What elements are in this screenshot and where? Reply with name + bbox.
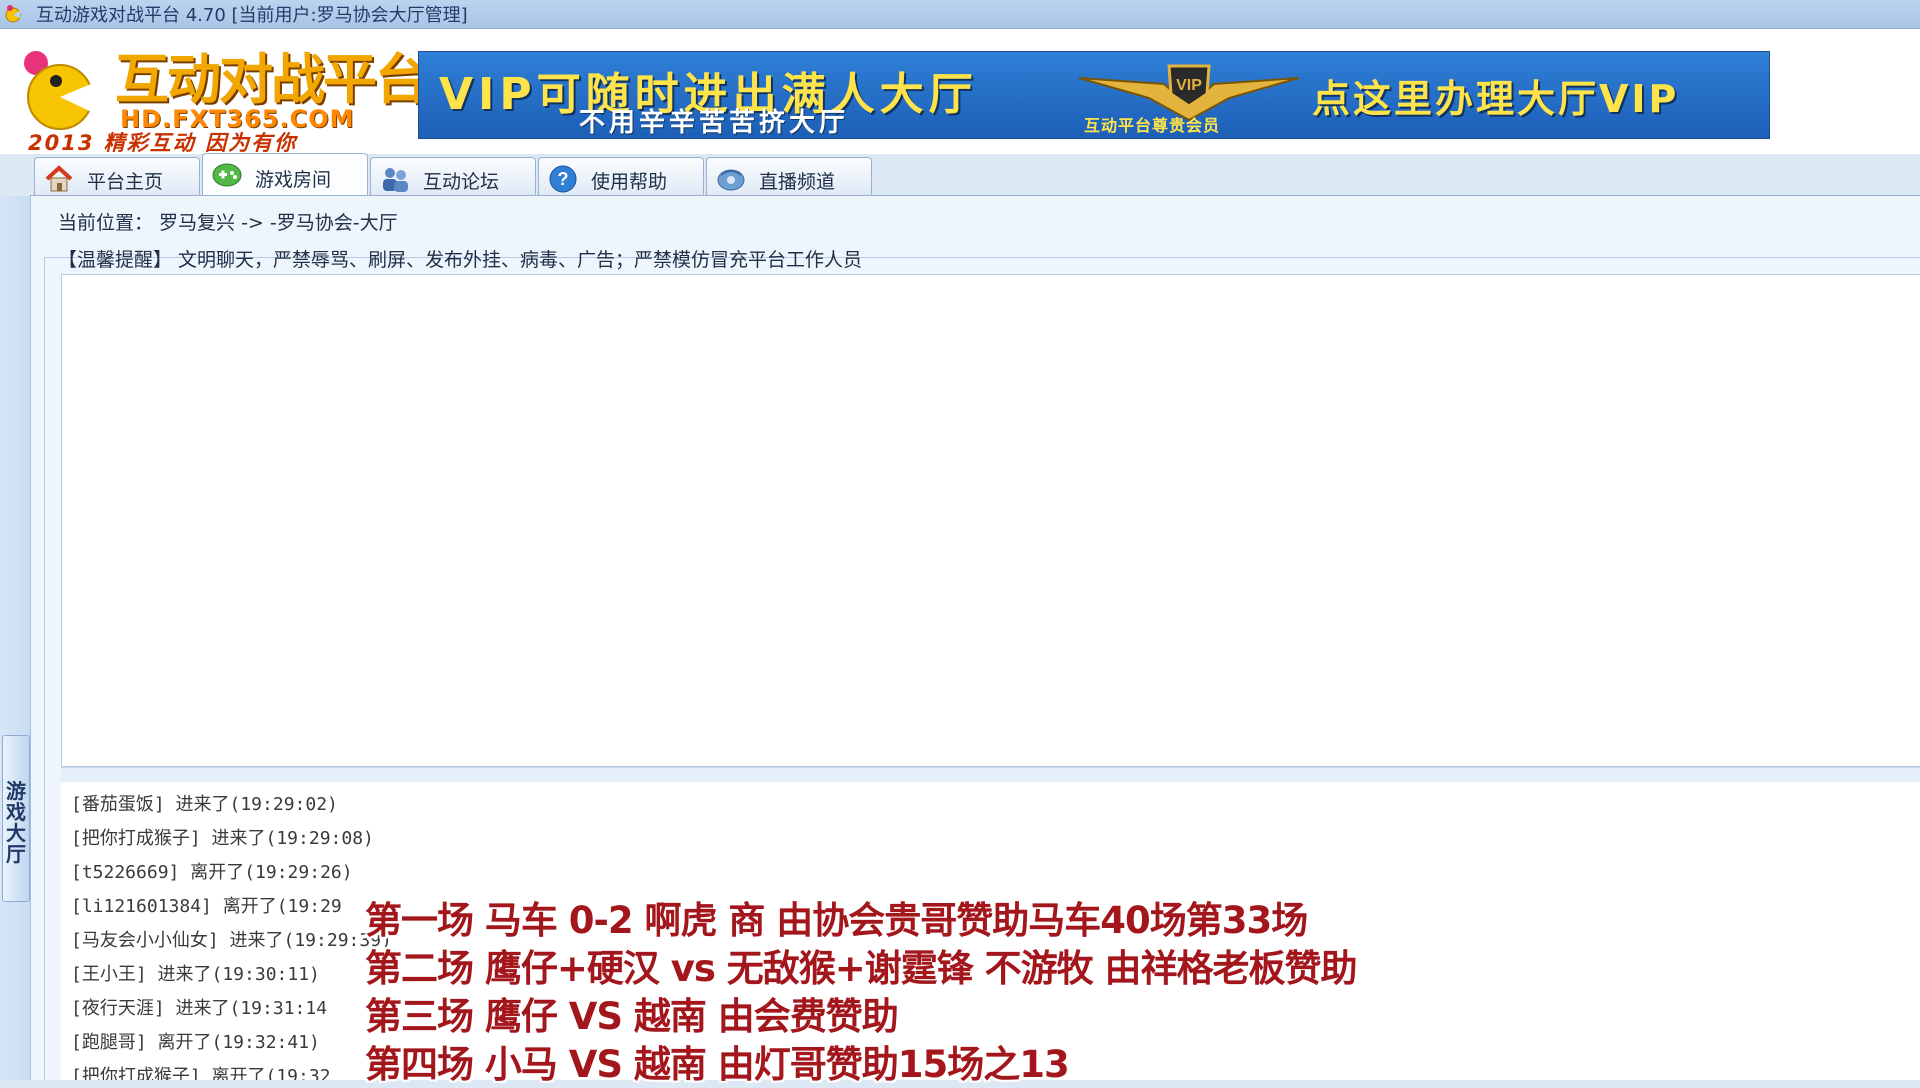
banner-subline: 不用辛辛苦苦挤大厅	[579, 108, 850, 138]
app-logo-icon	[5, 5, 21, 23]
tab-game-room[interactable]: 游戏房间	[202, 153, 368, 197]
logo-title: 互动对战平台	[115, 47, 429, 111]
pacman-logo-icon	[24, 51, 98, 130]
tab-help[interactable]: ? 使用帮助	[538, 157, 704, 196]
users-icon	[383, 168, 408, 192]
left-sidebar	[0, 196, 31, 1080]
sidebar-tab-label: 游戏大厅	[6, 779, 26, 866]
tab-label: 使用帮助	[591, 171, 668, 193]
warm-reminder-notice: 【温馨提醒】 文明聊天，严禁辱骂、刷屏、发布外挂、病毒、广告；严禁模仿冒充平台工…	[58, 249, 863, 271]
chat-display[interactable]	[61, 274, 1920, 767]
vip-badge-caption: 互动平台尊贵会员	[1084, 116, 1221, 135]
banner-cta[interactable]: 点这里办理大厅VIP	[1312, 68, 1679, 123]
title-bar[interactable]: 互动游戏对战平台 4.70 [当前用户:罗马协会大厅管理]	[0, 0, 1920, 29]
svg-text:?: ?	[558, 169, 569, 189]
log-entry: [夜行天涯] 进来了(19:31:14	[71, 998, 328, 1019]
home-icon	[45, 165, 73, 192]
sidebar-tab-game-lobby[interactable]: 游戏大厅	[2, 735, 30, 902]
panel-splitter[interactable]	[61, 767, 1920, 783]
breadcrumb: 当前位置： 罗马复兴 -> -罗马协会-大厅	[58, 212, 398, 234]
broadcast-icon	[717, 169, 745, 191]
window-title: 互动游戏对战平台 4.70 [当前用户:罗马协会大厅管理]	[36, 5, 468, 26]
vip-banner[interactable]: VIP可随时进出满人大厅 不用辛辛苦苦挤大厅 VIP 互动平台尊贵会员 点这里办…	[418, 51, 1770, 139]
log-entry: [li121601384] 离开了(19:29	[71, 896, 342, 917]
tab-label: 平台主页	[87, 171, 164, 193]
log-entry: [番茄蛋饭] 进来了(19:29:02)	[71, 794, 338, 815]
log-entry: [t5226669] 离开了(19:29:26)	[71, 862, 353, 883]
tab-label: 直播频道	[759, 171, 836, 193]
tab-platform-home[interactable]: 平台主页	[34, 157, 200, 196]
log-entry: [马友会小小仙女] 进来了(19:29:39)	[71, 930, 392, 951]
help-icon: ?	[549, 165, 577, 193]
tab-live-channel[interactable]: 直播频道	[706, 157, 872, 196]
match-overlay-line: 第三场 鹰仔 VS 越南 由会费赞助	[365, 995, 899, 1038]
vip-badge-text: VIP	[1176, 77, 1202, 94]
tab-label: 互动论坛	[423, 171, 500, 193]
gamepad-icon	[212, 163, 242, 187]
header: 互动对战平台 HD.FXT365.COM 2013 精彩互动 因为有你 VIP可…	[0, 29, 1920, 155]
main-tabs: 平台主页 游戏房间 互动论坛 ? 使用帮助 直播频道	[34, 153, 1914, 197]
log-entry: [跑腿哥] 离开了(19:32:41)	[71, 1032, 320, 1053]
match-overlay-line: 第一场 马车 0-2 啊虎 商 由协会贵哥赞助马车40场第33场	[365, 899, 1308, 942]
platform-logo[interactable]: 互动对战平台 HD.FXT365.COM 2013 精彩互动 因为有你	[12, 43, 429, 155]
log-entry: [把你打成猴子] 离开了(19:32	[71, 1066, 331, 1080]
tab-forum[interactable]: 互动论坛	[370, 157, 536, 196]
match-overlay-line: 第二场 鹰仔+硬汉 vs 无敌猴+谢霆锋 不游牧 由祥格老板赞助	[365, 947, 1358, 990]
tab-label: 游戏房间	[255, 169, 332, 191]
log-entry: [王小王] 进来了(19:30:11)	[71, 964, 320, 985]
log-entry: [把你打成猴子] 进来了(19:29:08)	[71, 828, 374, 849]
